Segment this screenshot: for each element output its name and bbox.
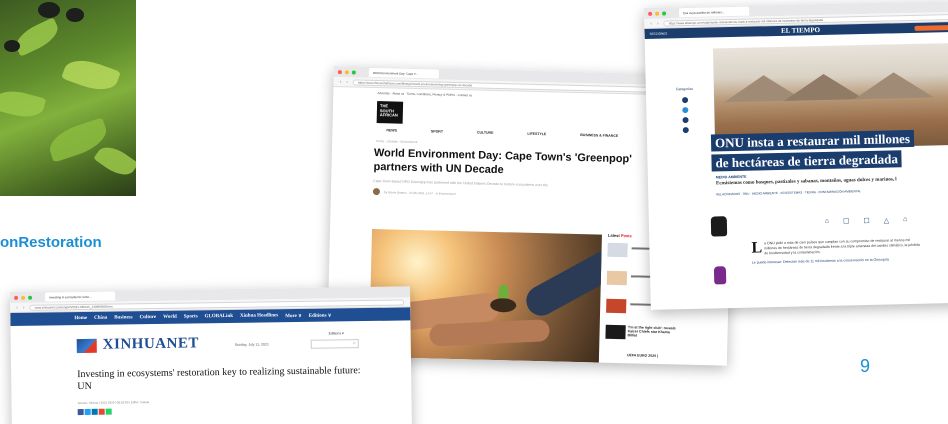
site-logo[interactable]: EL TIEMPO <box>781 26 820 35</box>
menu-item-lifestyle[interactable]: LIFESTYLE <box>527 132 546 136</box>
sections-menu[interactable]: SECCIONES <box>650 31 668 35</box>
browser-tab[interactable]: World Environment Day: Cape T... <box>368 67 439 79</box>
zoom-dot-icon[interactable] <box>28 295 33 300</box>
categories-label: Categorías <box>675 86 694 92</box>
nav-more[interactable]: More ∨ <box>285 312 302 318</box>
author-avatar <box>372 187 381 196</box>
share-buttons <box>77 408 112 416</box>
whatsapp-share-icon[interactable] <box>682 117 689 124</box>
nav-sports[interactable]: Sports <box>184 314 198 319</box>
current-date: Sunday, July 11, 2021 <box>234 342 269 347</box>
body-paragraph: a ONU pidió a más de cien países que cum… <box>763 238 921 256</box>
article-actions: ⌂ ☐ ☐ △ ⌂ <box>825 216 908 226</box>
menu-item-culture[interactable]: CULTURE <box>477 131 494 135</box>
nav-business[interactable]: Business <box>114 315 132 320</box>
xinhua-browser-window: Investing in ecosystems' resto... ‹ › ww… <box>10 286 413 424</box>
xinhua-logo-mark <box>76 338 97 353</box>
share-icon[interactable] <box>105 408 112 415</box>
forward-arrow-icon[interactable]: › <box>23 304 25 310</box>
body-link[interactable]: Le puede interesar: Detectan más de 11 m… <box>752 257 922 266</box>
search-input[interactable]: ⌕ <box>310 339 359 349</box>
forward-arrow-icon[interactable]: › <box>657 20 659 26</box>
print-icon[interactable]: ⌂ <box>903 216 907 224</box>
related-tags[interactable]: RELACIONADOS · ONU · MEDIO AMBIENTE · EC… <box>716 189 861 196</box>
latest-post-thumbnail[interactable] <box>606 298 627 314</box>
back-arrow-icon[interactable]: ‹ <box>16 304 18 310</box>
minimize-dot-icon[interactable] <box>344 69 349 74</box>
home-icon[interactable]: ⌂ <box>825 218 829 226</box>
el-tiempo-browser-window: Ese cuya auxiliar de millones... ‹ › htt… <box>644 0 948 310</box>
brand-name: XINHUANET <box>102 335 200 353</box>
article-headline: Investing in ecosystems' restoration key… <box>77 365 361 393</box>
facebook-share-icon[interactable] <box>682 97 689 104</box>
editions-dropdown[interactable]: Editions ▾ <box>329 331 344 335</box>
share-icon[interactable] <box>98 408 105 415</box>
article-headline-line1: ONU insta a restaurar mil millones <box>710 129 915 152</box>
minimize-dot-icon[interactable] <box>655 11 660 16</box>
search-icon[interactable]: ⌕ <box>353 340 356 346</box>
plant-photo <box>0 0 136 196</box>
site-logo[interactable]: XINHUANET <box>76 335 200 354</box>
latest-posts-heading: Latest Posts <box>607 232 632 239</box>
share-icon[interactable] <box>84 408 91 415</box>
bookmark-icon[interactable]: ☐ <box>863 217 869 225</box>
slide: onRestoration 9 World Environment Day: C… <box>0 0 948 424</box>
back-arrow-icon[interactable]: ‹ <box>340 79 342 85</box>
drop-cap: L <box>751 239 763 257</box>
nav-globalink[interactable]: GLOBALink <box>205 314 233 319</box>
save-icon[interactable]: ☐ <box>843 217 849 225</box>
page-number: 9 <box>860 356 871 376</box>
logo-line: AFRICAN <box>379 112 398 118</box>
browser-tab[interactable]: Ese cuya auxiliar de millones... <box>679 6 750 18</box>
handbag-image <box>710 216 728 237</box>
nav-editions[interactable]: Editions ∨ <box>309 312 332 318</box>
share-icon[interactable] <box>77 408 84 416</box>
forward-arrow-icon[interactable]: › <box>346 79 348 85</box>
latest-post-thumbnail[interactable] <box>605 324 626 340</box>
close-dot-icon[interactable] <box>337 69 342 74</box>
byline-text: by Nicole Batters · 04-06-2021 14:47 · i… <box>383 189 456 196</box>
email-share-icon[interactable] <box>682 127 689 134</box>
article-headline: World Environment Day: Cape Town's 'Gree… <box>373 147 632 177</box>
article-headline-line2: de hectáreas de tierra degradada <box>711 150 903 172</box>
site-logo[interactable]: THE SOUTH AFRICAN <box>376 101 404 124</box>
twitter-share-icon[interactable] <box>682 107 689 114</box>
browser-tab[interactable]: Investing in ecosystems' resto... <box>45 291 116 302</box>
alert-icon[interactable]: △ <box>884 216 890 224</box>
nav-china[interactable]: China <box>94 316 107 321</box>
close-dot-icon[interactable] <box>14 295 19 300</box>
menu-item-sport[interactable]: SPORT <box>431 129 443 133</box>
article-source: Source: Xinhua | 2021-06-04 06:18:00 | E… <box>77 400 150 406</box>
nav-home[interactable]: Home <box>74 316 87 321</box>
menu-item-news[interactable]: NEWS <box>386 128 397 132</box>
hashtag-label: onRestoration <box>0 234 102 251</box>
share-icon[interactable] <box>91 408 98 415</box>
nav-world[interactable]: World <box>163 315 177 320</box>
zoom-dot-icon[interactable] <box>662 10 667 16</box>
nav-culture[interactable]: Culture <box>140 315 157 320</box>
nav-headlines[interactable]: Xinhua Headlines <box>240 313 278 319</box>
latest-post-title[interactable]: UEFA EURO 2020 | <box>627 353 677 358</box>
article-body: L a ONU pidió a más de cien países que c… <box>751 238 922 266</box>
advertisement[interactable] <box>703 212 739 305</box>
subscribe-button[interactable] <box>914 24 948 31</box>
latest-post-thumbnail[interactable] <box>607 242 628 258</box>
phone-image <box>713 266 727 285</box>
menu-item-business[interactable]: BUSINESS & FINANCE <box>580 133 618 138</box>
latest-post-thumbnail[interactable] <box>606 270 628 286</box>
minimize-dot-icon[interactable] <box>21 295 26 300</box>
kicker-label: MEDIO AMBIENTE <box>715 174 747 180</box>
back-arrow-icon[interactable]: ‹ <box>650 20 652 26</box>
zoom-dot-icon[interactable] <box>351 69 356 75</box>
latest-post-title[interactable]: 'I'm at the right club': reveals Kaizer … <box>627 325 677 338</box>
close-dot-icon[interactable] <box>648 11 653 16</box>
